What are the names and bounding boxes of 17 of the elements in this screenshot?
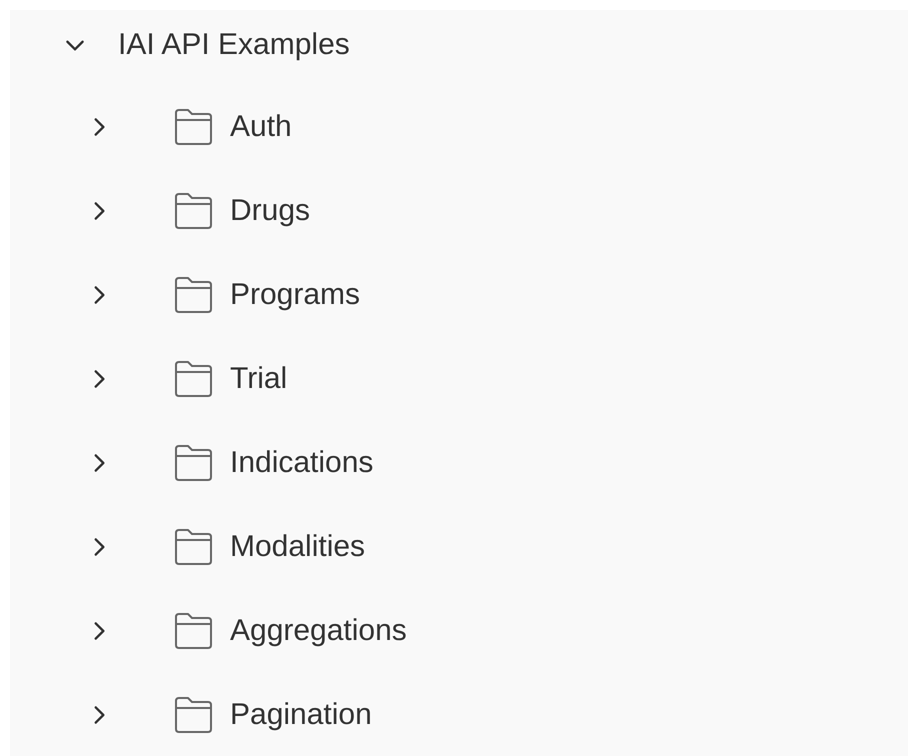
folder-icon [172,276,214,314]
folder-name[interactable]: Indications [230,445,374,481]
folder-name[interactable]: Auth [230,109,292,145]
folder-name[interactable]: Programs [230,277,360,313]
folder-icon [172,696,214,734]
folder-icon [172,108,214,146]
folder-icon [172,360,214,398]
collection-name[interactable]: IAI API Examples [118,27,350,63]
folder-icon [172,612,214,650]
folder-name[interactable]: Pagination [230,697,372,733]
folder-name[interactable]: Trial [230,361,288,397]
folder-icon [172,444,214,482]
folder-name[interactable]: Aggregations [230,613,407,649]
folder-name[interactable]: Drugs [230,193,310,229]
folder-icon [172,528,214,566]
folder-name[interactable]: Modalities [230,529,366,565]
folder-icon [172,192,214,230]
